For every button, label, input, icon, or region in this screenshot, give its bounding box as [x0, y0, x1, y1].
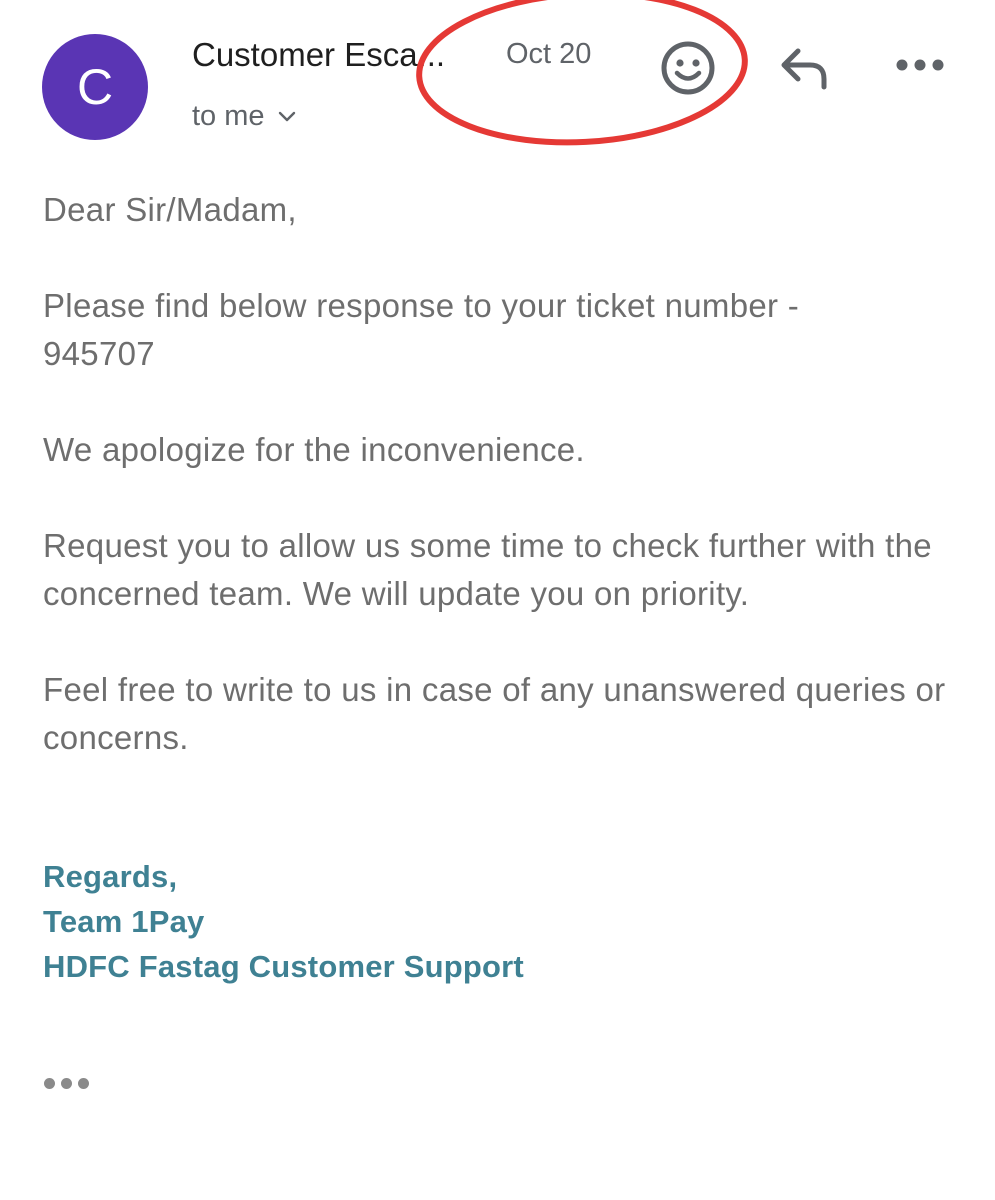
ticket-number: 945707	[43, 335, 155, 372]
sender-avatar[interactable]: C	[42, 34, 148, 140]
ellipsis-icon	[44, 1077, 55, 1089]
signature-team: Team 1Pay	[43, 904, 205, 939]
apology-paragraph: We apologize for the inconvenience.	[43, 431, 585, 468]
request-paragraph: Request you to allow us some time to che…	[43, 527, 932, 612]
signature-regards: Regards,	[43, 859, 178, 894]
recipient-toggle[interactable]: to me	[192, 100, 297, 133]
show-trimmed-content-button[interactable]	[44, 1068, 94, 1098]
email-date: Oct 20	[506, 38, 592, 70]
more-options-button[interactable]	[888, 40, 952, 90]
smiley-icon	[661, 41, 715, 95]
reply-button[interactable]	[772, 38, 836, 98]
email-body: Dear Sir/Madam, Please find below respon…	[43, 186, 973, 762]
more-horizontal-icon	[896, 59, 944, 71]
signature-company: HDFC Fastag Customer Support	[43, 949, 524, 984]
email-signature: Regards, Team 1Pay HDFC Fastag Customer …	[43, 854, 524, 989]
add-reaction-button[interactable]	[656, 36, 720, 100]
greeting: Dear Sir/Madam,	[43, 191, 297, 228]
email-header: C Customer Esca... Oct 20 to me	[0, 0, 995, 160]
recipient-label: to me	[192, 100, 265, 132]
ticket-line: Please find below response to your ticke…	[43, 287, 800, 324]
contact-paragraph: Feel free to write to us in case of any …	[43, 671, 946, 756]
chevron-down-icon	[277, 110, 297, 124]
sender-name[interactable]: Customer Esca...	[192, 36, 445, 74]
reply-icon	[781, 48, 827, 90]
